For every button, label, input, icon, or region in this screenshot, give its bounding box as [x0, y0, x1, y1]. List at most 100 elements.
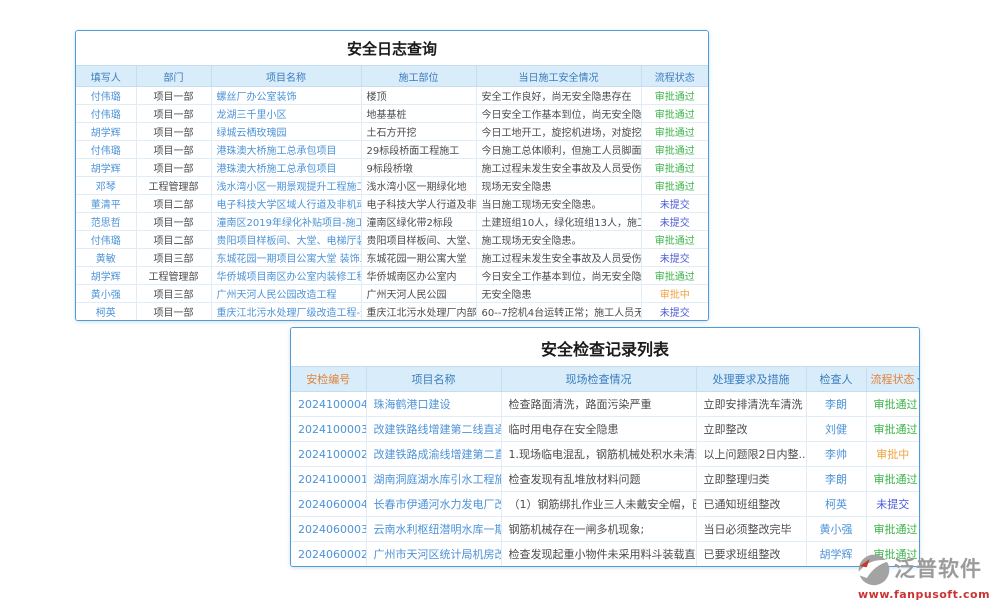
status-link[interactable]: 审批通过 — [655, 272, 695, 283]
project-link[interactable]: 改建铁路线增建第二线直通... — [374, 423, 502, 436]
project-link[interactable]: 华侨城项目南区办公室内装修工程 — [217, 272, 362, 283]
col-header-status-label: 流程状态 — [871, 373, 915, 386]
safety-cell: 安全工作良好，尚无安全隐患存在 — [476, 87, 641, 105]
writer-link[interactable]: 胡学辉 — [91, 272, 121, 283]
dept-cell: 项目二部 — [136, 195, 211, 213]
check-row: 2024100002 改建铁路成渝线增建第二直... 1.现场临电混乱，钢筋机械… — [291, 442, 919, 467]
status-link[interactable]: 审批通过 — [874, 398, 918, 411]
safety-cell: 今日安全工作基本到位，尚无安全隐患... — [476, 105, 641, 123]
status-link[interactable]: 审批通过 — [874, 523, 918, 536]
status-link[interactable]: 审批通过 — [655, 236, 695, 247]
measures-cell: 以上问题限2日内整... — [696, 442, 806, 467]
col-header-check-no: 安检编号 — [291, 367, 366, 392]
check-row: 2024100004 珠海鹤港口建设 检查路面清洗，路面污染严重 立即安排清洗车… — [291, 392, 919, 417]
safety-cell: 60--7挖机4台运转正常；施工人员无违章... — [476, 303, 641, 321]
dept-cell: 项目二部 — [136, 231, 211, 249]
col-header-safety: 当日施工安全情况 — [476, 66, 641, 87]
log-row: 范思哲 项目一部 潼南区2019年绿化补贴项目-施工2标段 潼南区绿化带2标段 … — [76, 213, 708, 231]
project-link[interactable]: 龙湖三千里小区 — [217, 110, 287, 121]
status-link[interactable]: 审批通过 — [655, 146, 695, 157]
inspection-cell: 临时用电存在安全隐患 — [501, 417, 696, 442]
status-link[interactable]: 未提交 — [876, 498, 909, 511]
writer-link[interactable]: 范思哲 — [91, 218, 121, 229]
inspector-link[interactable]: 黄小强 — [820, 523, 853, 536]
project-link[interactable]: 潼南区2019年绿化补贴项目-施工2标段 — [217, 218, 362, 229]
check-no-link[interactable]: 2024100001 — [298, 473, 366, 486]
safety-cell: 土建班组10人，绿化班组13人，施工现... — [476, 213, 641, 231]
dept-cell: 项目一部 — [136, 213, 211, 231]
writer-link[interactable]: 黄敏 — [96, 254, 116, 265]
status-link[interactable]: 审批中 — [876, 448, 909, 461]
check-no-link[interactable]: 2024100002 — [298, 448, 366, 461]
part-cell: 重庆江北污水处理厂内部... — [361, 303, 476, 321]
filter-dropdown-icon[interactable] — [917, 378, 920, 383]
col-header-status-filter[interactable]: 流程状态 — [866, 367, 919, 392]
writer-link[interactable]: 付伟璐 — [91, 236, 121, 247]
col-header-writer: 填写人 — [76, 66, 136, 87]
project-link[interactable]: 广州天河人民公园改造工程 — [217, 290, 337, 301]
log-row: 付伟璐 项目一部 龙湖三千里小区 地基基桩 今日安全工作基本到位，尚无安全隐患.… — [76, 105, 708, 123]
status-link[interactable]: 审批通过 — [874, 473, 918, 486]
writer-link[interactable]: 付伟璐 — [91, 110, 121, 121]
status-link[interactable]: 审批通过 — [655, 164, 695, 175]
safety-log-title: 安全日志查询 — [76, 31, 708, 65]
project-link[interactable]: 螺丝厂办公室装饰 — [217, 92, 297, 103]
project-link[interactable]: 广州市天河区统计局机房改... — [374, 548, 502, 561]
writer-link[interactable]: 胡学辉 — [91, 128, 121, 139]
writer-link[interactable]: 邓琴 — [96, 182, 116, 193]
logo-url-text: www.fanpusoft.com — [858, 588, 996, 601]
inspector-link[interactable]: 李朗 — [825, 473, 847, 486]
dept-cell: 项目一部 — [136, 159, 211, 177]
project-link[interactable]: 东城花园一期项目公寓大堂 装饰工程 — [217, 254, 362, 265]
writer-link[interactable]: 柯英 — [96, 308, 116, 319]
status-link[interactable]: 未提交 — [660, 308, 690, 319]
check-no-link[interactable]: 2024060004 — [298, 498, 366, 511]
check-no-link[interactable]: 2024060003 — [298, 523, 366, 536]
part-cell: 电子科技大学人行道及非... — [361, 195, 476, 213]
writer-link[interactable]: 付伟璐 — [91, 146, 121, 157]
project-link[interactable]: 珠海鹤港口建设 — [374, 398, 451, 411]
project-link[interactable]: 长春市伊通河水力发电厂改... — [374, 498, 502, 511]
log-row: 邓琴 工程管理部 浅水湾小区一期景观提升工程施工 浅水湾小区一期绿化地 现场无安… — [76, 177, 708, 195]
writer-link[interactable]: 黄小强 — [91, 290, 121, 301]
inspector-link[interactable]: 刘健 — [825, 423, 847, 436]
inspector-link[interactable]: 李帅 — [825, 448, 847, 461]
status-link[interactable]: 未提交 — [660, 218, 690, 229]
part-cell: 华侨城南区办公室内 — [361, 267, 476, 285]
status-link[interactable]: 审批通过 — [655, 128, 695, 139]
project-link[interactable]: 港珠澳大桥施工总承包项目 — [217, 164, 337, 175]
status-link[interactable]: 审批通过 — [655, 110, 695, 121]
writer-link[interactable]: 付伟璐 — [91, 92, 121, 103]
inspection-cell: 检查发现起重小物件未采用料斗装载直接起... — [501, 542, 696, 567]
check-no-link[interactable]: 2024060002 — [298, 548, 366, 561]
col-header-inspection: 现场检查情况 — [501, 367, 696, 392]
inspector-link[interactable]: 胡学辉 — [820, 548, 853, 561]
safety-check-panel: 安全检查记录列表 安检编号 项目名称 现场检查情况 处理要求及措施 检查人 流程… — [290, 327, 920, 567]
status-link[interactable]: 未提交 — [660, 254, 690, 265]
status-link[interactable]: 审批通过 — [874, 423, 918, 436]
project-link[interactable]: 改建铁路成渝线增建第二直... — [374, 448, 502, 461]
project-link[interactable]: 重庆江北污水处理厂级改造工程-道路修复 — [217, 308, 362, 319]
project-link[interactable]: 云南水利枢纽潜明水库一期... — [374, 523, 502, 536]
measures-cell: 当日必须整改完毕 — [696, 517, 806, 542]
project-link[interactable]: 港珠澳大桥施工总承包项目 — [217, 146, 337, 157]
project-link[interactable]: 贵阳项目样板间、大堂、电梯厅装修工程 — [217, 236, 362, 247]
project-link[interactable]: 浅水湾小区一期景观提升工程施工 — [217, 182, 362, 193]
dept-cell: 项目一部 — [136, 87, 211, 105]
writer-link[interactable]: 胡学辉 — [91, 164, 121, 175]
project-link[interactable]: 绿城云栖玫瑰园 — [217, 128, 287, 139]
part-cell: 土石方开挖 — [361, 123, 476, 141]
writer-link[interactable]: 董清平 — [91, 200, 121, 211]
status-link[interactable]: 审批通过 — [655, 92, 695, 103]
project-link[interactable]: 湖南洞庭湖水库引水工程施... — [374, 473, 502, 486]
status-link[interactable]: 审批通过 — [655, 182, 695, 193]
part-cell: 广州天河人民公园 — [361, 285, 476, 303]
log-row: 胡学辉 工程管理部 华侨城项目南区办公室内装修工程 华侨城南区办公室内 今日安全… — [76, 267, 708, 285]
inspector-link[interactable]: 柯英 — [825, 498, 847, 511]
check-no-link[interactable]: 2024100004 — [298, 398, 366, 411]
status-link[interactable]: 审批中 — [660, 290, 690, 301]
status-link[interactable]: 未提交 — [660, 200, 690, 211]
project-link[interactable]: 电子科技大学区域人行道及非机动车道工程 — [217, 200, 362, 211]
check-no-link[interactable]: 2024100003 — [298, 423, 366, 436]
inspector-link[interactable]: 李朗 — [825, 398, 847, 411]
